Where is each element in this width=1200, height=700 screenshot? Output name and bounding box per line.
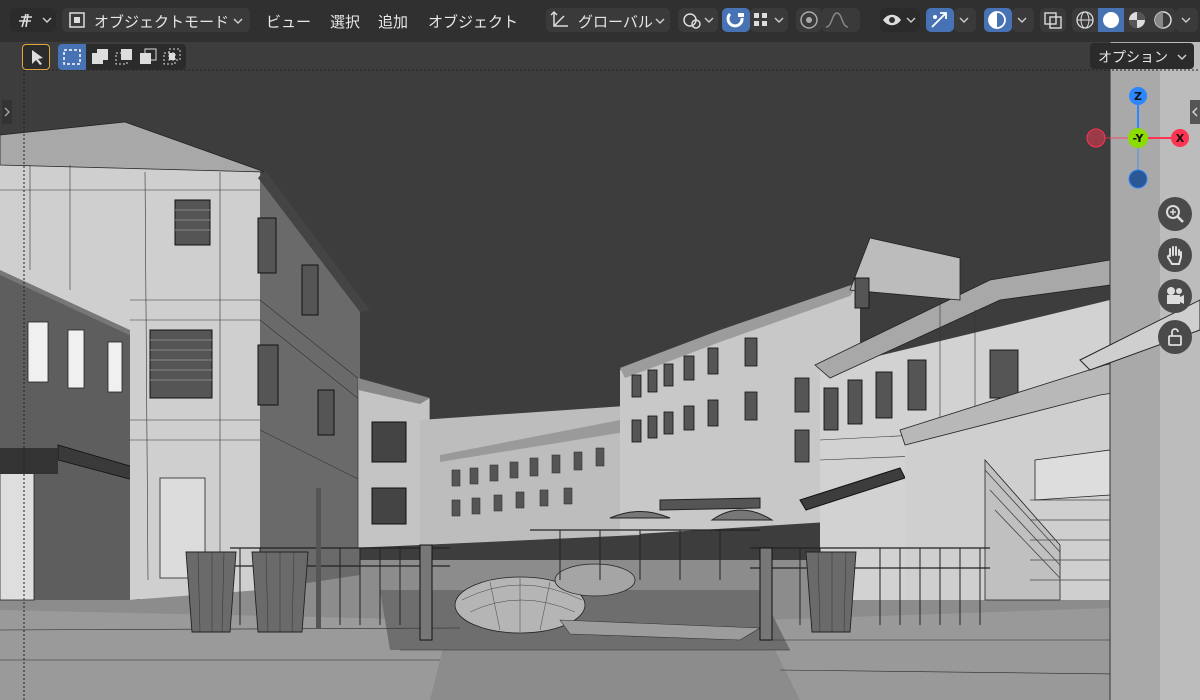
mode-selector[interactable]: オブジェクトモード [62, 8, 250, 32]
solid-shading-icon [1103, 12, 1119, 28]
gizmo-dropdown[interactable] [954, 8, 976, 32]
transform-orientation-label: グローバル [578, 13, 653, 31]
falloff-icon [825, 12, 849, 28]
overlay-dropdown[interactable] [1012, 8, 1034, 32]
chevron-down-icon [233, 18, 243, 25]
transform-orientation-selector[interactable]: グローバル [546, 8, 670, 32]
material-shading-icon[interactable] [1124, 8, 1150, 32]
xray-icon [1044, 12, 1062, 29]
solid-shading-button[interactable] [1098, 8, 1124, 32]
gizmo-toggle[interactable] [926, 8, 954, 32]
shading-mode-group [1072, 8, 1176, 32]
select-box-intersect-icon[interactable] [160, 44, 184, 70]
select-box-invert-icon[interactable] [136, 44, 160, 70]
transform-orientation-icon [550, 11, 568, 27]
chevron-down-icon [1017, 17, 1027, 23]
shading-dropdown[interactable] [1176, 8, 1198, 32]
chevron-down-icon [655, 18, 665, 25]
pivot-point-button[interactable] [678, 8, 718, 32]
select-tool-button[interactable] [22, 44, 50, 70]
snap-target-button[interactable] [750, 8, 788, 32]
menu-view[interactable]: ビュー [266, 11, 311, 32]
snap-increment-icon [754, 13, 784, 26]
gizmo-axis-neg-z[interactable] [1128, 169, 1148, 189]
selection-mode-group [58, 44, 186, 70]
select-box-new-icon [63, 49, 81, 65]
chevron-right-icon [4, 107, 10, 117]
overlay-icon [988, 11, 1006, 29]
select-box-new-button[interactable] [58, 44, 86, 70]
lock-icon [1168, 328, 1182, 346]
falloff-button[interactable] [822, 8, 860, 32]
object-mode-icon [69, 12, 85, 28]
snap-icon [726, 12, 744, 28]
wireframe-shading-icon[interactable] [1072, 8, 1098, 32]
mode-label: オブジェクトモード [94, 13, 230, 31]
select-box-subtract-icon[interactable] [112, 44, 136, 70]
toolbar-toggle[interactable] [2, 100, 12, 124]
gizmo-axis-neg-x[interactable] [1086, 128, 1106, 148]
snap-toggle[interactable] [722, 8, 750, 32]
editor-type-button[interactable] [10, 8, 56, 32]
proportional-edit-icon [800, 11, 818, 29]
editor-type-icon [19, 13, 52, 28]
visibility-button[interactable] [880, 8, 920, 32]
overlay-toggle[interactable] [984, 8, 1012, 32]
zoom-icon [1166, 205, 1184, 223]
options-dropdown[interactable]: オプション [1090, 43, 1194, 69]
navigation-gizmo[interactable]: Z X -Y [1083, 83, 1193, 193]
menu-add[interactable]: 追加 [378, 11, 408, 32]
chevron-down-icon [959, 17, 969, 23]
camera-view-button[interactable] [1158, 279, 1192, 313]
zoom-button[interactable] [1158, 197, 1192, 231]
viewport-3d[interactable] [0, 42, 1200, 700]
gizmo-x-label: X [1176, 132, 1185, 145]
camera-icon [1167, 287, 1184, 304]
gizmo-z-label: Z [1134, 90, 1142, 103]
select-tool-icon [32, 50, 43, 65]
rendered-shading-icon[interactable] [1150, 8, 1176, 32]
chevron-down-icon [1177, 54, 1187, 61]
menu-select[interactable]: 選択 [330, 11, 360, 32]
pan-button[interactable] [1158, 238, 1192, 272]
pan-hand-icon [1166, 246, 1182, 265]
gizmo-y-label: -Y [1133, 132, 1145, 145]
xray-toggle[interactable] [1040, 8, 1066, 32]
options-label: オプション [1098, 50, 1168, 66]
pivot-icon [683, 13, 714, 29]
lock-camera-button[interactable] [1158, 320, 1192, 354]
gizmo-icon [931, 12, 947, 28]
proportional-edit-toggle[interactable] [796, 8, 822, 32]
menu-object[interactable]: オブジェクト [428, 11, 518, 32]
chevron-down-icon [1181, 17, 1191, 23]
select-box-extend-icon[interactable] [88, 44, 112, 70]
viewport-header: オブジェクトモード ビュー 選択 追加 オブジェクト グローバル [0, 0, 1200, 43]
visibility-icon [883, 14, 916, 26]
